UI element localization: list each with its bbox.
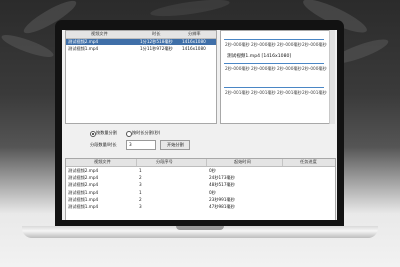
result-start: 23秒991毫秒	[209, 196, 235, 202]
laptop-notch	[176, 226, 224, 230]
result-file: 测试视频1.mp4	[68, 196, 99, 202]
result-row[interactable]: 测试视频2.mp4 3 48秒517毫秒	[66, 182, 335, 189]
timeline-tick: 2秒-000毫秒	[251, 66, 276, 71]
radio-by-duration-label: 按时长分割(秒)	[132, 130, 161, 135]
result-file: 测试视频1.mp4	[68, 204, 99, 209]
result-row[interactable]: 测试视频2.mp4 1 0秒	[66, 168, 335, 175]
timeline-tick: 2秒-001毫秒	[302, 90, 327, 95]
file-list-header: 视频文件 时长 分辨率	[66, 31, 216, 39]
timeline-tick: 2秒-000毫秒	[302, 42, 327, 47]
result-start: 0秒	[209, 189, 216, 195]
radio-by-count-label: 按数量分割	[96, 130, 117, 135]
result-file: 测试视频2.mp4	[68, 168, 99, 173]
timeline-tick: 2秒-001毫秒	[225, 90, 250, 95]
col-header-start[interactable]: 起始时间	[234, 159, 251, 164]
result-row[interactable]: 测试视频2.mp4 2 24秒173毫秒	[66, 175, 335, 182]
timeline-tick: 2秒-000毫秒	[277, 66, 302, 71]
timeline-tick: 2秒-000毫秒	[302, 66, 327, 71]
col-header-segment[interactable]: 分段序号	[156, 159, 173, 164]
timeline-scrollbar[interactable]	[329, 30, 335, 124]
results-header: 视频文件 分段序号 起始时间 任务进度	[66, 159, 335, 167]
timeline-tick: 2秒-001毫秒	[251, 90, 276, 95]
file-name: 测试视频2.mp4	[68, 39, 99, 44]
segment-label: 分段数量/时长	[90, 142, 117, 147]
segment-value: 3	[129, 142, 132, 147]
file-duration: 1分12秒518毫秒	[140, 39, 173, 44]
result-start: 47秒981毫秒	[209, 204, 235, 209]
timeline-bar-top	[224, 39, 324, 40]
result-start: 0秒	[209, 168, 216, 173]
result-start: 48秒517毫秒	[209, 182, 235, 188]
result-row[interactable]: 测试视频1.mp4 2 23秒991毫秒	[66, 197, 335, 204]
result-row[interactable]: 测试视频1.mp4 3 47秒981毫秒	[66, 204, 335, 211]
result-segment: 3	[139, 204, 142, 209]
col-header-file[interactable]: 视频文件	[91, 31, 108, 36]
result-segment: 2	[139, 196, 142, 202]
col-header-file[interactable]: 视频文件	[94, 159, 111, 164]
result-row[interactable]: 测试视频1.mp4 1 0秒	[66, 190, 335, 197]
result-start: 24秒173毫秒	[209, 175, 235, 181]
start-split-button[interactable]: 开始分割	[160, 140, 190, 150]
result-segment: 1	[139, 168, 142, 173]
track-title: 测试视频1.mp4 [1416x1080]	[227, 54, 292, 59]
timeline-bar-mid	[224, 63, 324, 64]
result-file: 测试视频2.mp4	[68, 175, 99, 181]
col-header-resolution[interactable]: 分辨率	[188, 31, 201, 36]
timeline-tick: 2秒-001毫秒	[277, 90, 302, 95]
file-resolution: 1416x1080	[182, 46, 206, 51]
result-segment: 2	[139, 175, 142, 181]
timeline-bar-bottom	[224, 87, 324, 88]
file-row-1[interactable]: 测试视频2.mp4 1分12秒518毫秒 1416x1080	[66, 39, 216, 45]
timeline-panel: 2秒-000毫秒 2秒-000毫秒 2秒-000毫秒 2秒-000毫秒 测试视频…	[220, 30, 330, 124]
segment-input[interactable]: 3	[126, 140, 156, 150]
col-header-duration[interactable]: 时长	[152, 31, 160, 36]
results-table: 视频文件 分段序号 起始时间 任务进度 测试视频2.mp4 1 0秒 测试视频2.mp…	[65, 158, 336, 220]
col-header-progress[interactable]: 任务进度	[300, 159, 317, 164]
app-window: 视频文件 时长 分辨率 测试视频2.mp4 1分12秒518毫秒 1416x10…	[62, 30, 337, 220]
timeline-tick: 2秒-000毫秒	[277, 42, 302, 47]
file-list-panel: 视频文件 时长 分辨率 测试视频2.mp4 1分12秒518毫秒 1416x10…	[65, 30, 217, 124]
result-segment: 3	[139, 182, 142, 188]
file-name: 测试视频1.mp4	[68, 46, 99, 51]
file-row-2[interactable]: 测试视频1.mp4 1分11秒972毫秒 1416x1080	[66, 46, 216, 52]
result-file: 测试视频2.mp4	[68, 182, 99, 188]
result-file: 测试视频1.mp4	[68, 189, 99, 195]
file-duration: 1分11秒972毫秒	[140, 46, 173, 51]
start-split-label: 开始分割	[167, 142, 184, 147]
timeline-tick: 2秒-000毫秒	[225, 66, 250, 71]
timeline-tick: 2秒-000毫秒	[225, 42, 250, 47]
timeline-tick: 2秒-000毫秒	[251, 42, 276, 47]
file-resolution: 1416x1080	[182, 39, 206, 44]
result-segment: 1	[139, 189, 142, 195]
